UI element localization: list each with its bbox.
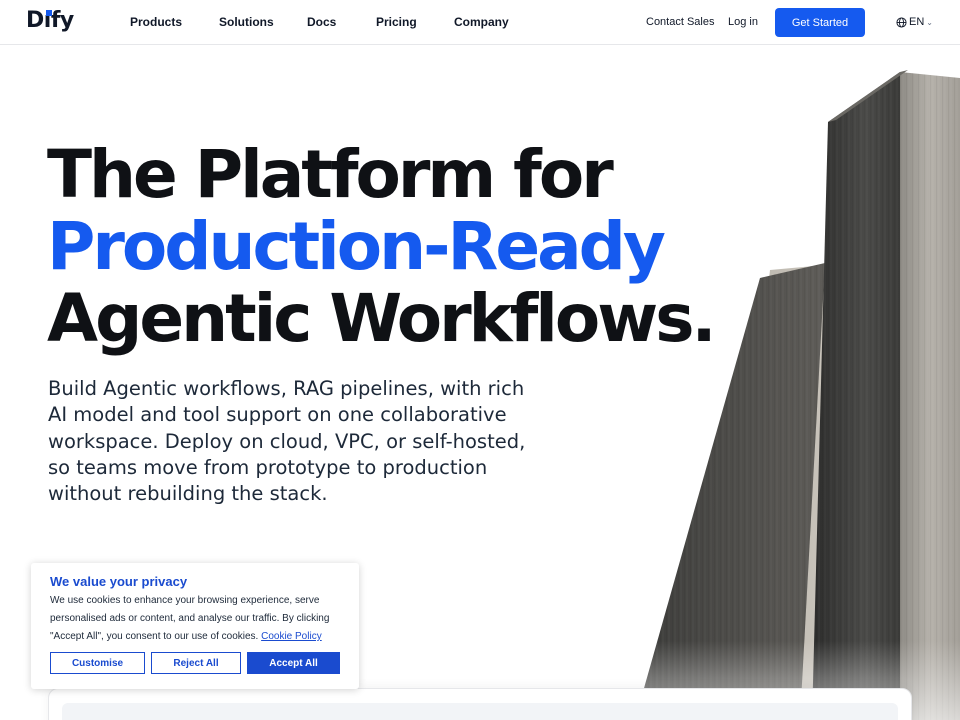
cookie-consent-banner: We value your privacy We use cookies to … bbox=[31, 563, 359, 689]
chevron-down-icon: ⌄ bbox=[926, 17, 933, 27]
hero-title-line-3: Agentic Workflows. bbox=[47, 280, 717, 357]
logo-i-dot bbox=[45, 10, 52, 16]
top-navbar: Dıfy Products Solutions Docs Pricing Com… bbox=[0, 0, 960, 45]
get-started-button[interactable]: Get Started bbox=[775, 8, 865, 37]
dify-logo[interactable]: Dıfy bbox=[26, 8, 74, 33]
nav-item-docs[interactable]: Docs bbox=[307, 15, 336, 29]
nav-item-company[interactable]: Company bbox=[454, 15, 509, 29]
accept-all-button[interactable]: Accept All bbox=[247, 652, 340, 674]
hero-title: The Platform for Production-Ready Agenti… bbox=[47, 136, 717, 357]
cookie-banner-title: We value your privacy bbox=[50, 574, 188, 589]
nav-item-products[interactable]: Products bbox=[130, 15, 182, 29]
contact-sales-link[interactable]: Contact Sales bbox=[646, 16, 714, 28]
cookie-banner-text: We use cookies to enhance your browsing … bbox=[50, 592, 350, 646]
customise-button[interactable]: Customise bbox=[50, 652, 145, 674]
page: Dıfy Products Solutions Docs Pricing Com… bbox=[0, 0, 960, 720]
hero-title-line-2-highlight: Production-Ready bbox=[47, 208, 666, 285]
logo-letters-fy: fy bbox=[50, 8, 74, 33]
product-preview-inner bbox=[62, 703, 898, 720]
cookie-policy-link[interactable]: Cookie Policy bbox=[261, 631, 322, 642]
globe-icon bbox=[896, 16, 907, 28]
language-selector[interactable]: EN ⌄ bbox=[896, 16, 933, 28]
hero-title-line-1: The Platform for bbox=[47, 136, 614, 213]
hero-description: Build Agentic workflows, RAG pipelines, … bbox=[48, 377, 526, 506]
reject-all-button[interactable]: Reject All bbox=[151, 652, 241, 674]
login-link[interactable]: Log in bbox=[728, 16, 758, 28]
language-label: EN bbox=[909, 16, 925, 28]
logo-letter-i: ı bbox=[43, 8, 52, 33]
nav-item-solutions[interactable]: Solutions bbox=[219, 15, 274, 29]
logo-letter-d: D bbox=[26, 8, 44, 33]
nav-item-pricing[interactable]: Pricing bbox=[376, 15, 417, 29]
